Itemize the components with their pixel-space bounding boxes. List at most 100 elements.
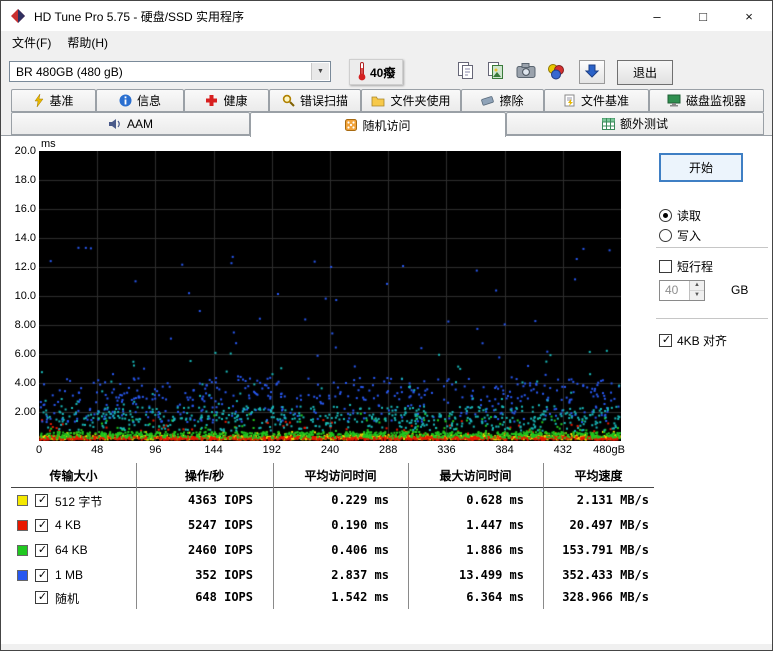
info-icon [119,94,132,107]
avg-speed-value: 352.433 MB/s [547,568,649,582]
short-stroke-checkbox[interactable] [659,260,672,273]
maximize-button[interactable]: □ [680,1,726,31]
tab-random-access[interactable]: 随机访问 [250,112,506,137]
y-tick-label: 16.0 [15,203,36,215]
iops-value: 2460 IOPS [141,543,253,557]
tab-benchmark[interactable]: 基准 [11,89,96,112]
align-4kb-checkbox[interactable] [659,334,672,347]
y-axis-labels: 20.018.016.014.012.010.08.006.004.002.00 [3,145,36,445]
table-divider [543,463,544,609]
y-tick-label: 4.00 [15,377,36,389]
series-checkbox[interactable] [35,544,48,557]
capacity-input[interactable]: 40 ▲ ▼ [659,280,705,301]
tab-info[interactable]: 信息 [96,89,184,112]
title-bar: HD Tune Pro 5.75 - 硬盘/SSD 实用程序 – □ × [1,1,772,31]
align-4kb-label: 4KB 对齐 [677,332,727,349]
series-swatch [17,545,28,556]
tab-error-scan[interactable]: 错误扫描 [269,89,361,112]
series-label: 随机 [55,590,79,607]
tab-extra-tests[interactable]: 额外测试 [506,112,764,135]
avg-access-value: 0.406 ms [277,543,389,557]
avg-speed-value: 20.497 MB/s [547,518,649,532]
app-icon [10,8,26,24]
read-option[interactable]: 读取 [659,207,701,224]
tab-aam[interactable]: AAM [11,112,250,135]
x-axis-labels: 04896144192240288336384432480gB [39,444,639,458]
start-button[interactable]: 开始 [659,153,743,182]
menu-file[interactable]: 文件(F) [4,31,59,54]
y-tick-label: 2.00 [15,406,36,418]
tab-file-benchmark[interactable]: 文件基准 [544,89,649,112]
write-option[interactable]: 写入 [659,227,701,244]
drive-select[interactable]: BR 480GB (480 gB) ▼ [9,61,331,82]
table-header-rule [11,487,654,488]
download-arrow-icon [584,63,600,82]
x-tick-label: 48 [91,444,103,456]
column-header-max-access: 最大访问时间 [408,467,543,484]
tab-label: 擦除 [499,92,523,109]
stepper-down-icon[interactable]: ▼ [690,291,704,300]
exit-button[interactable]: 退出 [617,60,673,85]
copy-text-icon [456,61,476,84]
series-checkbox[interactable] [35,591,48,604]
minimize-button[interactable]: – [634,1,680,31]
avg-access-value: 0.229 ms [277,493,389,507]
read-radio[interactable] [659,209,672,222]
random-access-plot [39,151,621,441]
tab-folder-usage[interactable]: 文件夹使用 [361,89,461,112]
tab-erase[interactable]: 擦除 [461,89,544,112]
y-tick-label: 18.0 [15,174,36,186]
capacity-stepper: ▲ ▼ [689,281,704,300]
x-tick-label: 96 [149,444,161,456]
window-controls: – □ × [634,1,772,31]
stepper-up-icon[interactable]: ▲ [690,281,704,291]
copy-image-button[interactable] [483,60,509,84]
series-checkbox[interactable] [35,494,48,507]
tab-label: 基准 [49,92,73,109]
series-label: 512 字节 [55,493,102,510]
tab-label: 文件基准 [581,92,629,109]
series-checkbox[interactable] [35,569,48,582]
short-stroke-option[interactable]: 短行程 [659,258,713,275]
capacity-unit-label: GB [731,283,748,297]
tab-health[interactable]: 健康 [184,89,269,112]
x-tick-label: 144 [204,444,222,456]
max-access-value: 1.447 ms [412,518,524,532]
series-label: 64 KB [55,543,88,557]
palette-icon [546,62,566,83]
y-tick-label: 20.0 [15,145,36,157]
separator [656,318,768,320]
x-tick-label: 384 [495,444,513,456]
series-checkbox[interactable] [35,519,48,532]
menu-help[interactable]: 帮助(H) [59,31,116,54]
max-access-value: 13.499 ms [412,568,524,582]
exit-button-label: 退出 [633,64,657,81]
copy-text-button[interactable] [453,60,479,84]
screenshot-button[interactable] [513,60,539,84]
y-tick-label: 10.0 [15,290,36,302]
column-header-iops: 操作/秒 [136,467,273,484]
align-option[interactable]: 4KB 对齐 [659,332,727,349]
file-benchmark-icon [564,94,576,107]
color-options-button[interactable] [543,60,569,84]
y-tick-label: 6.00 [15,348,36,360]
save-screenshot-button[interactable] [579,60,605,84]
max-access-value: 6.364 ms [412,590,524,604]
chevron-down-icon[interactable]: ▼ [311,63,329,80]
series-swatch [17,520,28,531]
window-title: HD Tune Pro 5.75 - 硬盘/SSD 实用程序 [34,8,244,25]
x-tick-label: 336 [437,444,455,456]
read-radio-label: 读取 [677,207,701,224]
folder-icon [371,95,385,107]
tab-label: 随机访问 [362,117,410,134]
column-header-avg-speed: 平均速度 [543,467,654,484]
tab-disk-monitor[interactable]: 磁盘监视器 [649,89,764,112]
close-button[interactable]: × [726,1,772,31]
temperature-value: 40癈 [370,64,395,81]
table-divider [273,463,274,609]
start-button-label: 开始 [689,159,713,176]
eraser-icon [481,94,494,107]
x-tick-label: 432 [554,444,572,456]
write-radio[interactable] [659,229,672,242]
copy-image-icon [486,61,506,84]
